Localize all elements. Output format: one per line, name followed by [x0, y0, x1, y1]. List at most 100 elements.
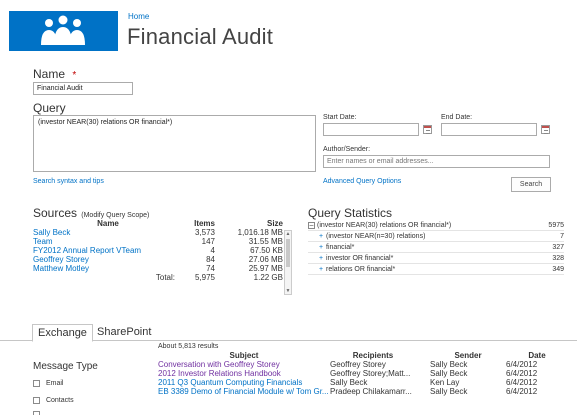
filter-email[interactable]: Email — [33, 380, 63, 387]
stats-row[interactable]: + financial* 327 — [308, 242, 564, 253]
result-date: 6/4/2012 — [506, 387, 538, 396]
search-button[interactable]: Search — [511, 177, 551, 192]
start-date-input[interactable] — [323, 123, 419, 136]
stats-row-count: 7 — [560, 232, 564, 240]
site-logo[interactable] — [9, 11, 118, 51]
breadcrumb-home[interactable]: Home — [128, 12, 149, 21]
scroll-thumb[interactable] — [286, 239, 290, 267]
source-row[interactable]: Team 147 31.55 MB — [33, 237, 283, 246]
scroll-up-icon[interactable]: ▲ — [285, 231, 291, 237]
name-label: Name * — [33, 67, 76, 81]
source-name[interactable]: Sally Beck — [33, 228, 183, 237]
result-row[interactable]: 2011 Q3 Quantum Computing Financials Sall… — [158, 378, 568, 387]
expand-icon[interactable]: + — [316, 255, 326, 262]
total-label: Total: — [155, 273, 175, 282]
result-date: 6/4/2012 — [506, 369, 538, 378]
source-row[interactable]: FY2012 Annual Report VTeam 4 67.50 KB — [33, 246, 283, 255]
query-label: Query — [33, 101, 66, 115]
col-sender[interactable]: Sender — [416, 351, 506, 360]
sources-scrollbar[interactable]: ▲ ▼ — [284, 230, 292, 295]
sources-header: Sources (Modify Query Scope) — [33, 206, 149, 220]
stats-row[interactable]: + (investor NEAR(n=30) relations) 7 — [308, 231, 564, 242]
source-size: 67.50 KB — [250, 246, 283, 255]
total-size: 1.22 GB — [253, 273, 283, 282]
tab-exchange[interactable]: Exchange — [32, 324, 93, 342]
stats-row-text: (investor NEAR(n=30) relations) — [326, 232, 426, 240]
result-subject[interactable]: Conversation with Geoffrey Storey — [158, 360, 330, 369]
stats-row[interactable]: + relations OR financial* 349 — [308, 264, 564, 275]
sources-header-row: Name Items Size — [33, 219, 283, 228]
result-row[interactable]: EB 3389 Demo of Financial Module w/ Tom … — [158, 387, 568, 396]
filter-next[interactable] — [33, 410, 40, 415]
col-items: Items — [194, 219, 215, 228]
start-calendar-icon[interactable] — [423, 125, 432, 134]
advanced-query-link[interactable]: Advanced Query Options — [323, 178, 401, 185]
email-checkbox[interactable] — [33, 380, 40, 387]
source-items: 74 — [206, 264, 215, 273]
query-textarea[interactable]: (investor NEAR(30) relations OR financia… — [33, 115, 316, 172]
source-row[interactable]: Matthew Motley 74 25.97 MB — [33, 264, 283, 273]
next-checkbox[interactable] — [33, 411, 40, 415]
total-items: 5,975 — [194, 273, 215, 282]
sources-title: Sources — [33, 206, 78, 220]
name-input[interactable]: Financial Audit — [33, 82, 133, 95]
expand-icon[interactable]: + — [316, 233, 326, 240]
result-recipients: Geoffrey Storey;Matt... — [330, 369, 411, 378]
source-items: 4 — [210, 246, 215, 255]
sources-total-row: Total: 5,975 1.22 GB — [33, 273, 283, 282]
page-title: Financial Audit — [127, 24, 274, 49]
result-row[interactable]: Conversation with Geoffrey Storey Geoffre… — [158, 360, 568, 369]
scroll-down-icon[interactable]: ▼ — [285, 288, 291, 294]
end-date-label: End Date: — [441, 114, 473, 121]
author-input[interactable]: Enter names or email addresses... — [323, 155, 550, 168]
people-logo-icon — [41, 15, 85, 45]
source-row[interactable]: Sally Beck 3,573 1,016.18 MB — [33, 228, 283, 237]
stats-title: Query Statistics — [308, 206, 393, 220]
stats-root-row[interactable]: – (investor NEAR(30) relations OR financ… — [308, 220, 564, 231]
filter-contacts-label: Contacts — [45, 397, 74, 405]
expand-icon[interactable]: + — [316, 244, 326, 251]
end-calendar-icon[interactable] — [541, 125, 550, 134]
result-subject[interactable]: EB 3389 Demo of Financial Module w/ Tom … — [158, 387, 330, 396]
source-size: 1,016.18 MB — [237, 228, 283, 237]
source-name[interactable]: FY2012 Annual Report VTeam — [33, 246, 183, 255]
search-syntax-link[interactable]: Search syntax and tips — [33, 178, 104, 185]
stats-row-text: investor OR financial* — [326, 254, 394, 262]
col-recipients[interactable]: Recipients — [330, 351, 416, 360]
result-recipients: Geoffrey Storey — [330, 360, 386, 369]
source-name[interactable]: Team — [33, 237, 183, 246]
col-date[interactable]: Date — [506, 351, 568, 360]
results-header-row: Subject Recipients Sender Date — [158, 351, 568, 360]
filter-contacts[interactable]: Contacts — [33, 397, 74, 404]
source-size: 31.55 MB — [248, 237, 283, 246]
modify-scope-link[interactable]: (Modify Query Scope) — [81, 212, 149, 219]
stats-root-count: 5975 — [548, 221, 564, 229]
filter-email-label: Email — [45, 380, 64, 388]
required-marker: * — [72, 70, 77, 81]
source-name[interactable]: Geoffrey Storey — [33, 255, 183, 264]
source-name[interactable]: Matthew Motley — [33, 264, 183, 273]
end-date-input[interactable] — [441, 123, 537, 136]
result-row[interactable]: 2012 Investor Relations Handbook Geoffrey… — [158, 369, 568, 378]
tab-sharepoint[interactable]: SharePoint — [92, 324, 156, 340]
source-size: 25.97 MB — [248, 264, 283, 273]
stats-row-text: relations OR financial* — [326, 265, 396, 273]
result-subject[interactable]: 2012 Investor Relations Handbook — [158, 369, 330, 378]
source-row[interactable]: Geoffrey Storey 84 27.06 MB — [33, 255, 283, 264]
col-subject[interactable]: Subject — [158, 351, 330, 360]
collapse-icon[interactable]: – — [308, 221, 315, 229]
col-name: Name — [97, 219, 119, 228]
stats-row[interactable]: + investor OR financial* 328 — [308, 253, 564, 264]
expand-icon[interactable]: + — [316, 266, 326, 273]
result-recipients: Pradeep Chilakamarr... — [330, 387, 412, 396]
stats-row-count: 328 — [552, 254, 564, 262]
contacts-checkbox[interactable] — [33, 397, 40, 404]
result-subject[interactable]: 2011 Q3 Quantum Computing Financials — [158, 378, 330, 387]
result-sender: Sally Beck — [430, 387, 468, 396]
result-date: 6/4/2012 — [506, 378, 538, 387]
start-date-label: Start Date: — [323, 114, 357, 121]
stats-row-count: 349 — [552, 265, 564, 273]
source-items: 3,573 — [194, 228, 215, 237]
name-label-text: Name — [33, 67, 66, 81]
results-count: About 5,813 results — [158, 343, 219, 350]
